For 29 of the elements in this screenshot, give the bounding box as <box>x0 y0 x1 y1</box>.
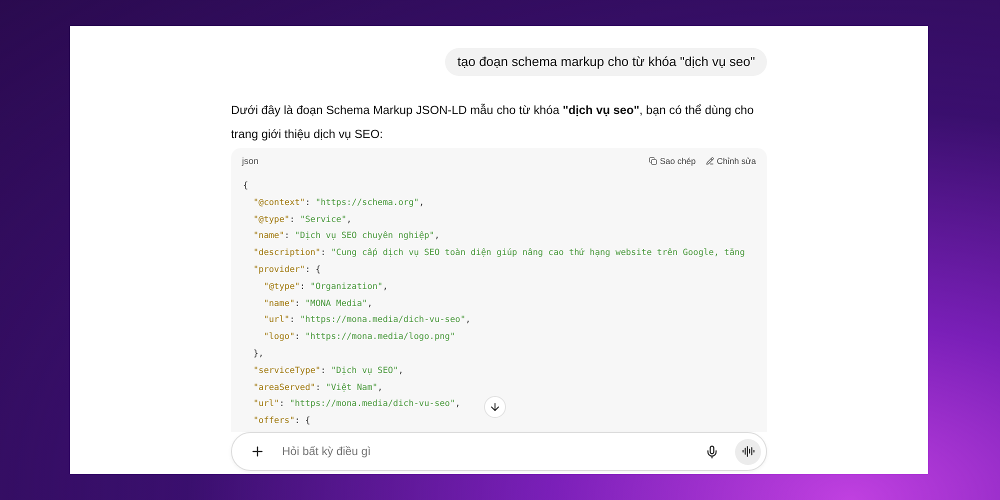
code-line: "serviceType": "Dịch vụ SEO", <box>252 364 404 378</box>
edit-button[interactable]: Chỉnh sửa <box>706 156 756 166</box>
code-line: "logo": "https://mona.media/logo.png" <box>262 331 456 344</box>
code-line: "name": "MONA Media", <box>262 298 372 311</box>
message-composer[interactable]: Hỏi bất kỳ điều gì <box>231 432 767 471</box>
arrow-down-icon <box>489 401 501 413</box>
code-line: }, <box>252 348 264 361</box>
code-language-label: json <box>242 156 259 166</box>
voice-mode-button[interactable] <box>735 438 761 464</box>
microphone-icon <box>705 444 719 458</box>
code-line: "description": "Cung cấp dịch vụ SEO toàn diện giúp nâng cao thứ hạng website trên Google, tăng <box>252 247 745 260</box>
copy-button[interactable]: Sao chép <box>648 156 696 166</box>
sound-wave-icon <box>742 445 754 458</box>
code-line: "url": "https://mona.media/dich-vu-seo", <box>252 398 460 412</box>
code-line: "@type": "Organization", <box>262 280 388 294</box>
copy-icon <box>648 157 657 165</box>
code-line: "offers": { <box>252 415 310 428</box>
code-line: "areaServed": "Việt Nam", <box>252 382 383 395</box>
code-line: "name": "Dịch vụ SEO chuyên nghiệp", <box>252 230 440 244</box>
plus-icon <box>250 444 264 459</box>
pencil-icon <box>706 157 714 165</box>
code-line: "@context": "https://schema.org", <box>252 196 424 210</box>
code-line: "provider": { <box>252 264 321 277</box>
user-message: tạo đoạn schema markup cho từ khóa "dịch vụ seo" <box>445 48 767 76</box>
assistant-message: Dưới đây là đoạn Schema Markup JSON-LD mẫu cho từ khóa "dịch vụ seo", bạn có thể dùng cho trang giới thiệu dịch vụ SEO: <box>231 102 755 143</box>
code-line: "@type": "Service", <box>252 214 352 227</box>
code-line: "url": "https://mona.media/dich-vu-seo", <box>262 314 471 328</box>
message-input[interactable]: Hỏi bất kỳ điều gì <box>280 444 689 458</box>
code-line: { <box>243 180 248 193</box>
